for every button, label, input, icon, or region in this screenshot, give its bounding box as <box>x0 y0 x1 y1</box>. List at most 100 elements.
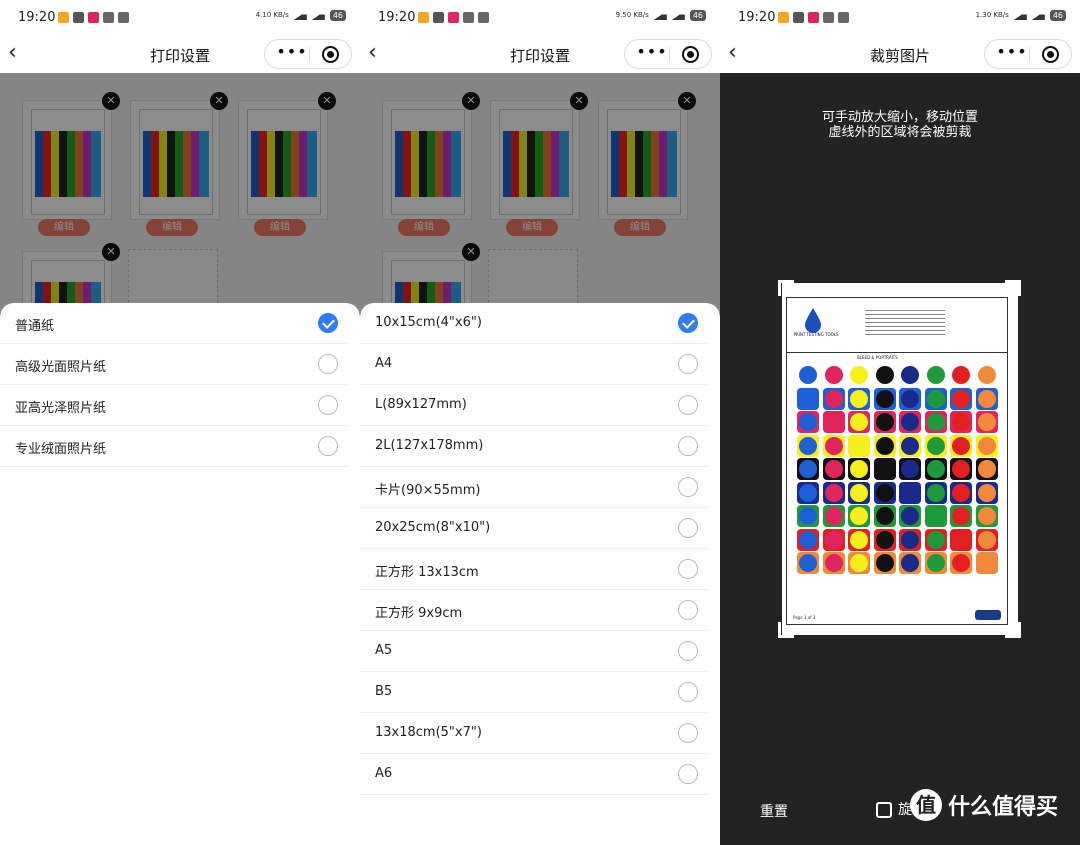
radio-icon[interactable] <box>678 723 698 743</box>
swatch-dot <box>850 389 868 408</box>
color-swatch <box>848 411 870 433</box>
paper-type-option[interactable]: 专业绒面照片纸 <box>0 426 348 467</box>
color-swatch <box>797 387 819 410</box>
divider <box>669 47 670 62</box>
radio-icon[interactable] <box>678 354 698 374</box>
radio-icon[interactable] <box>678 559 698 579</box>
close-target-icon[interactable] <box>1042 46 1059 63</box>
clock-icon <box>838 12 849 23</box>
color-swatch <box>975 505 998 527</box>
radio-icon[interactable] <box>678 518 698 538</box>
swatch-dot <box>977 507 996 525</box>
paper-size-option[interactable]: 20x25cm(8"x10") <box>360 508 708 549</box>
more-icon[interactable]: ••• <box>995 42 1029 61</box>
swatch-dot <box>850 530 868 549</box>
paper-size-option[interactable]: 2L(127x178mm) <box>360 426 708 467</box>
swatch-dot <box>824 507 843 525</box>
reset-button[interactable]: 重置 <box>760 801 788 821</box>
swatch-dot <box>875 389 894 408</box>
bird-icon <box>433 12 444 23</box>
radio-icon[interactable] <box>678 682 698 702</box>
color-swatch <box>848 528 870 551</box>
paper-size-option[interactable]: 正方形 13x13cm <box>360 549 708 590</box>
swatch-dot <box>952 554 970 572</box>
paper-size-option[interactable]: A5 <box>360 631 708 672</box>
color-swatch <box>975 552 998 574</box>
paper-size-option[interactable]: 10x15cm(4"x6") <box>360 303 708 344</box>
swatch-dot <box>952 366 970 384</box>
paper-size-option[interactable]: 卡片(90×55mm) <box>360 467 708 508</box>
option-label: 20x25cm(8"x10") <box>375 520 491 535</box>
crop-handle-bottom-right[interactable] <box>1005 622 1021 638</box>
color-swatch <box>924 411 947 433</box>
color-swatch <box>848 434 870 457</box>
paper-size-option[interactable]: 13x18cm(5"x7") <box>360 713 708 754</box>
more-icon[interactable]: ••• <box>635 42 669 61</box>
signal-icon <box>653 11 667 20</box>
crop-handle-top-right[interactable] <box>1005 280 1021 296</box>
swatch-dot <box>926 366 945 384</box>
color-swatch <box>899 458 921 480</box>
heart-icon <box>778 12 789 23</box>
color-swatch <box>950 364 972 386</box>
paper-size-option[interactable]: L(89x127mm) <box>360 385 708 426</box>
checked-icon[interactable] <box>318 313 338 333</box>
drop-logo-icon <box>805 308 821 333</box>
radio-icon[interactable] <box>318 436 338 456</box>
swatch-dot <box>952 530 970 549</box>
paper-type-option[interactable]: 普通纸 <box>0 303 348 344</box>
radio-icon[interactable] <box>678 600 698 620</box>
swatch-dot <box>875 460 894 478</box>
color-swatch <box>848 364 870 386</box>
swatch-dot <box>824 366 843 384</box>
swatch-dot <box>977 436 996 455</box>
radio-icon[interactable] <box>318 395 338 415</box>
rotate-button[interactable]: 旋 <box>876 799 912 819</box>
swatch-dot <box>926 436 945 455</box>
swatch-dot <box>799 554 817 572</box>
crop-handle-top-left[interactable] <box>778 280 794 296</box>
more-icon[interactable]: ••• <box>275 42 309 61</box>
radio-icon[interactable] <box>678 436 698 456</box>
paper-size-option[interactable]: A6 <box>360 754 708 795</box>
option-label: 亚高光泽照片纸 <box>15 401 107 416</box>
color-swatch <box>950 387 972 410</box>
option-label: A4 <box>375 356 393 371</box>
radio-icon[interactable] <box>678 764 698 784</box>
radio-icon[interactable] <box>678 395 698 415</box>
crop-image-area[interactable]: PRINT TESTING TOOLS BLEED & PORTRAITS Pa… <box>782 283 1018 635</box>
color-swatch-grid <box>797 364 1003 576</box>
close-target-icon[interactable] <box>322 46 339 63</box>
close-target-icon[interactable] <box>682 46 699 63</box>
option-label: 高级光面照片纸 <box>15 360 107 375</box>
notification-icons <box>778 12 849 23</box>
net-speed: 9.50 KB/s <box>615 11 649 19</box>
miniprogram-capsule: ••• <box>624 39 712 69</box>
color-swatch <box>924 434 947 457</box>
paper-type-sheet: 普通纸 高级光面照片纸 亚高光泽照片纸 专业绒面照片纸 <box>0 303 360 845</box>
paper-size-option[interactable]: B5 <box>360 672 708 713</box>
box-icon <box>463 12 474 23</box>
crop-hint-line-2: 虚线外的区域将会被剪裁 <box>828 125 972 140</box>
crop-handle-bottom-left[interactable] <box>778 622 794 638</box>
paper-type-option[interactable]: 亚高光泽照片纸 <box>0 385 348 426</box>
swatch-dot <box>977 413 996 431</box>
color-swatch <box>873 528 896 551</box>
battery-icon: 46 <box>1049 10 1066 21</box>
swatch-dot <box>875 366 894 384</box>
battery-icon: 46 <box>329 10 346 21</box>
status-bar: 19:20 4.10 KB/s 46 <box>0 0 360 36</box>
color-swatch <box>924 458 947 480</box>
color-swatch <box>822 458 845 480</box>
radio-icon[interactable] <box>678 477 698 497</box>
paper-type-option[interactable]: 高级光面照片纸 <box>0 344 348 385</box>
radio-icon[interactable] <box>678 641 698 661</box>
color-swatch <box>797 552 819 574</box>
swatch-dot <box>850 366 868 384</box>
checked-icon[interactable] <box>678 313 698 333</box>
swatch-dot <box>824 413 843 431</box>
radio-icon[interactable] <box>318 354 338 374</box>
paper-size-option[interactable]: 正方形 9x9cm <box>360 590 708 631</box>
paper-size-option[interactable]: A4 <box>360 344 708 385</box>
swatch-dot <box>875 554 894 572</box>
